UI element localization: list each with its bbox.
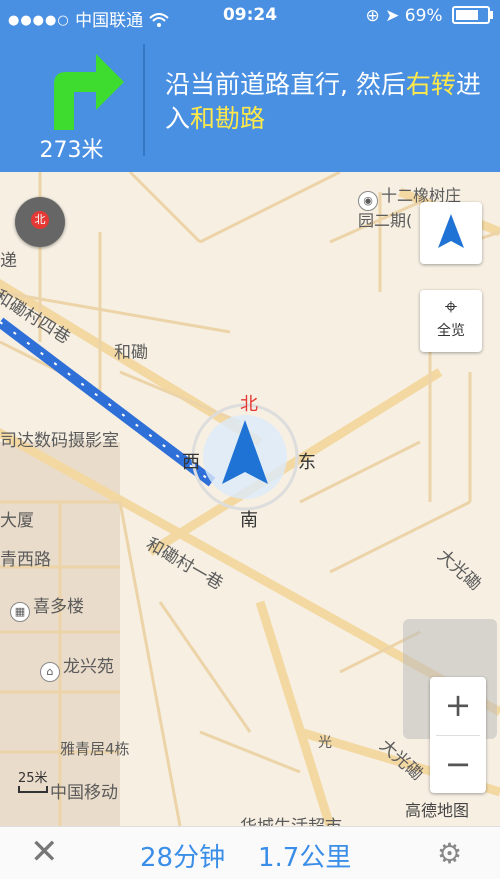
map-view[interactable]: ◉ 十二橡树庄园二期( 递 和磡村四巷 和磡 司达数码摄影室 和磡村一巷 大厦 青… (0, 172, 500, 826)
compass-north-marker: 北 (31, 211, 49, 229)
compass-north: 北 (240, 394, 258, 415)
instruction-road-name: 和勘路 (190, 104, 266, 133)
residence-icon: ⌂ (40, 662, 60, 682)
locate-arrow-icon (438, 214, 464, 248)
remaining-distance: 1.7公里 (258, 843, 352, 873)
overview-button[interactable]: ⌖ 全览 (420, 290, 482, 352)
close-icon[interactable]: ✕ (30, 835, 59, 869)
zoom-controls: + − (430, 677, 486, 793)
scale-label: 25米 (18, 771, 48, 786)
road-label-west: 青西路 (0, 550, 51, 570)
locate-button[interactable] (420, 202, 482, 264)
turn-right-arrow-icon (54, 54, 124, 130)
remaining-time: 28分钟 (140, 843, 226, 873)
poi-label-studio: 司达数码摄影室 (0, 431, 119, 451)
poi-label-supermarket: 华城生活超市 (240, 812, 342, 826)
compass-east: 东 (298, 452, 316, 473)
battery-icon (452, 6, 493, 24)
instruction-text: 沿当前道路直行, 然后 (165, 70, 406, 99)
map-label-edge: 递 (0, 251, 17, 271)
settings-gear-icon[interactable]: ⚙ (437, 837, 462, 870)
overview-icon: ⌖ (444, 295, 458, 320)
poi-label-yaqingju: 雅青居4栋 (60, 740, 130, 758)
instruction-turn: 右转 (405, 70, 456, 99)
compass-south: 南 (240, 510, 258, 531)
guidance-instruction: 沿当前道路直行, 然后右转进入和勘路 (165, 68, 485, 136)
area-label-hechi: 和磡 (114, 343, 148, 363)
building-icon: ▦ (10, 602, 30, 622)
next-turn-distance: 273米 (39, 138, 104, 163)
rotation-lock-icon: ⊕ (365, 6, 380, 26)
status-bar: ●●●●○ 中国联通 09:24 ⊕ ➤ 69% (0, 0, 500, 32)
car-arrow-icon (191, 403, 299, 511)
bottom-bar: ✕ 28分钟 1.7公里 ⚙ (0, 826, 500, 879)
overview-label: 全览 (437, 323, 465, 339)
guidance-divider (143, 44, 145, 156)
turn-guidance-panel: 273米 沿当前道路直行, 然后右转进入和勘路 (0, 32, 500, 172)
zoom-out-button[interactable]: − (430, 736, 486, 794)
compass-mini-button[interactable]: 北 (15, 197, 65, 247)
map-scale: 25米 (18, 767, 48, 793)
battery-percent: 69% (404, 6, 443, 26)
status-right: ⊕ ➤ 69% (365, 6, 493, 26)
location-arrow-icon: ➤ (385, 6, 400, 26)
compass-west: 西 (182, 452, 200, 473)
zoom-in-button[interactable]: + (430, 677, 486, 735)
bus-stop-label: 光 (318, 735, 332, 751)
poi-icon: ◉ (358, 191, 378, 211)
map-label-dasha: 大厦 (0, 511, 34, 531)
poi-label-longxingyuan: ⌂ 龙兴苑 (40, 652, 114, 682)
brand-logo: 高德地图 (405, 801, 470, 820)
poi-label-xiduolou: ▦ 喜多楼 (10, 592, 84, 622)
poi-label-china-mobile: 中国移动 (50, 783, 118, 803)
scale-bar (18, 786, 48, 793)
